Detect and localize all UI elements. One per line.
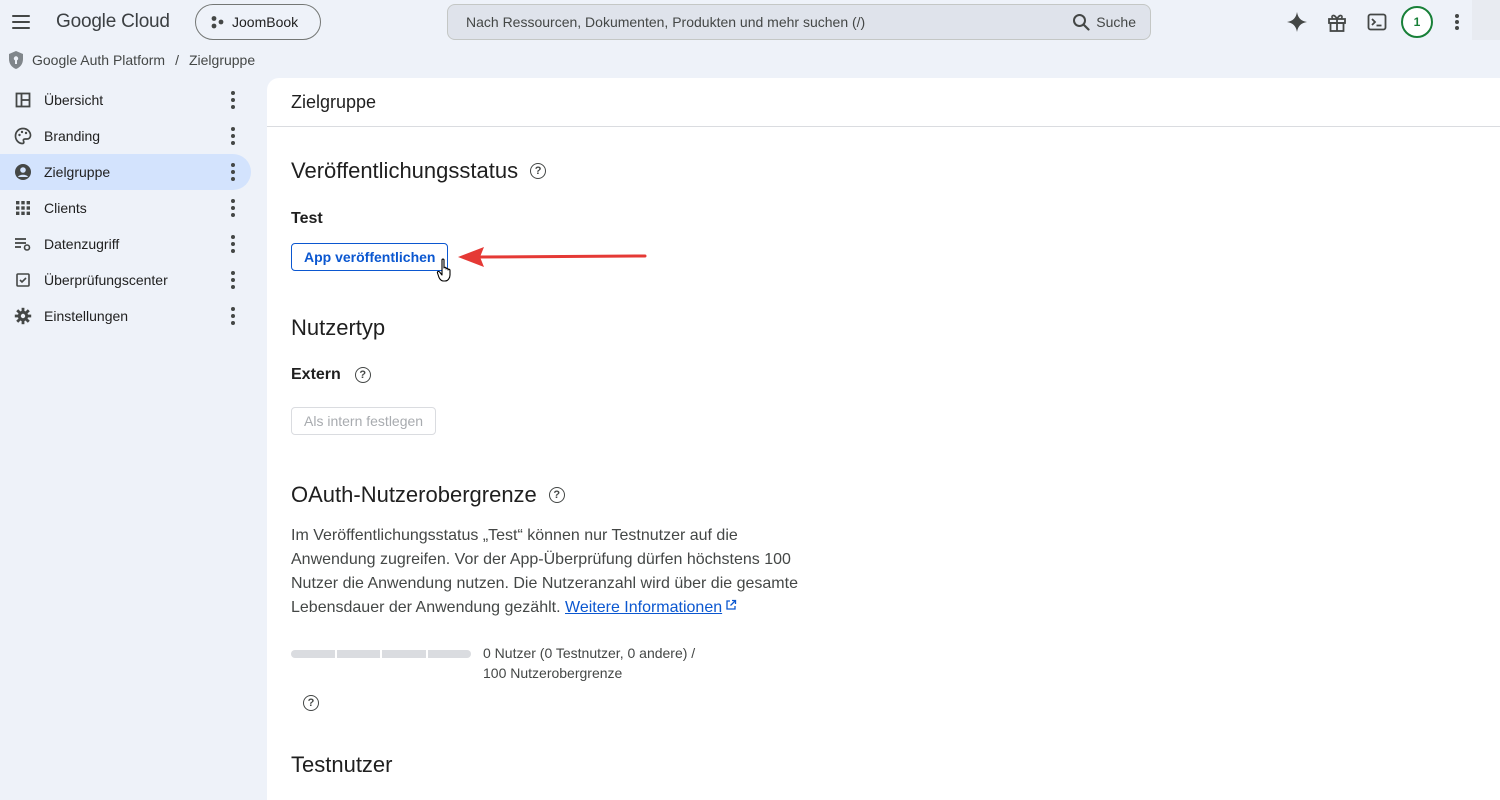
user-type-row: Extern ? <box>291 366 371 384</box>
search-input[interactable]: Nach Ressourcen, Dokumenten, Produkten u… <box>466 14 1072 30</box>
sidebar-item-audience[interactable]: Zielgruppe <box>0 154 251 190</box>
breadcrumb-current: Zielgruppe <box>188 52 256 68</box>
oauth-cap-heading: OAuth-Nutzerobergrenze <box>291 482 537 507</box>
project-dots-icon <box>211 16 224 29</box>
more-vert-icon[interactable] <box>225 235 241 253</box>
top-bar: Google Cloud JoomBook Nach Ressourcen, D… <box>0 0 1500 44</box>
sidebar-item-settings[interactable]: Einstellungen <box>0 298 251 334</box>
publish-app-button[interactable]: App veröffentlichen <box>291 243 449 271</box>
breadcrumb-separator: / <box>175 52 179 68</box>
publishing-status-heading: Veröffentlichungsstatus <box>291 158 519 183</box>
sidebar-item-verification-center[interactable]: Überprüfungscenter <box>0 262 251 298</box>
shield-icon <box>9 51 23 69</box>
main-panel: Zielgruppe Veröffentlichungsstatus ? Tes… <box>267 78 1500 800</box>
more-vert-icon[interactable] <box>225 91 241 109</box>
sidebar-item-label: Überprüfungscenter <box>44 272 168 288</box>
gemini-sparkle-icon[interactable] <box>1285 10 1309 34</box>
page-title: Zielgruppe <box>267 78 1500 127</box>
test-users-heading: Testnutzer <box>291 752 393 777</box>
person-circle-icon <box>14 163 32 181</box>
user-type-value: Extern <box>291 366 341 383</box>
publishing-status-value: Test <box>291 210 323 227</box>
sidebar-item-overview[interactable]: Übersicht <box>0 82 251 118</box>
sidebar-item-branding[interactable]: Branding <box>0 118 251 154</box>
make-internal-button[interactable]: Als intern festlegen <box>291 407 437 435</box>
google-cloud-logo[interactable]: Google Cloud <box>56 11 170 33</box>
dashboard-icon <box>14 91 32 109</box>
sidebar-nav: Übersicht Branding Zielgruppe Clients Da… <box>0 82 260 334</box>
help-icon[interactable]: ? <box>530 163 547 179</box>
user-cap-usage: 0 Nutzer (0 Testnutzer, 0 andere) / 100 … <box>483 643 723 683</box>
usage-line: 0 Nutzer (0 Testnutzer, 0 andere) / <box>483 645 696 661</box>
gear-icon <box>14 307 32 325</box>
learn-more-label: Weitere Informationen <box>565 599 723 616</box>
more-vert-icon[interactable] <box>225 271 241 289</box>
sidebar-item-label: Übersicht <box>44 92 104 108</box>
main-menu-icon[interactable] <box>12 11 34 33</box>
user-type-heading: Nutzertyp <box>291 315 386 340</box>
sidebar-item-clients[interactable]: Clients <box>0 190 251 226</box>
help-icon[interactable]: ? <box>548 487 565 503</box>
publishing-status-section: Veröffentlichungsstatus ? <box>291 158 547 184</box>
help-icon[interactable]: ? <box>303 695 319 711</box>
search-bar[interactable]: Nach Ressourcen, Dokumenten, Produkten u… <box>447 4 1151 40</box>
gift-icon[interactable] <box>1325 10 1349 34</box>
oauth-cap-description: Im Veröffentlichungsstatus „Test“ können… <box>291 524 801 620</box>
more-vert-icon[interactable] <box>1445 10 1469 34</box>
oauth-cap-section: OAuth-Nutzerobergrenze ? <box>291 482 565 508</box>
verified-checkbox-icon <box>14 271 32 289</box>
more-vert-icon[interactable] <box>225 199 241 217</box>
more-vert-icon[interactable] <box>225 307 241 325</box>
help-icon[interactable]: ? <box>354 367 371 383</box>
grid-icon <box>14 199 32 217</box>
notifications-badge[interactable]: 1 <box>1401 6 1433 38</box>
data-access-icon <box>14 235 32 253</box>
usage-line: 100 Nutzerobergrenze <box>483 665 623 681</box>
search-icon <box>1073 14 1090 31</box>
sidebar-item-label: Datenzugriff <box>44 236 120 252</box>
breadcrumb: Google Auth Platform / Zielgruppe <box>6 50 255 70</box>
sidebar-item-label: Zielgruppe <box>44 164 111 180</box>
project-picker[interactable]: JoomBook <box>195 4 321 40</box>
search-button-label: Suche <box>1096 14 1136 30</box>
search-button[interactable]: Suche <box>1072 13 1136 31</box>
sidebar-item-label: Einstellungen <box>44 308 129 324</box>
user-cap-progress-bar <box>291 650 471 658</box>
sidebar-item-label: Clients <box>44 200 87 216</box>
sidebar-item-label: Branding <box>44 128 101 144</box>
breadcrumb-root[interactable]: Google Auth Platform <box>32 52 165 68</box>
cloud-shell-terminal-icon[interactable] <box>1365 10 1389 34</box>
learn-more-link[interactable]: Weitere Informationen <box>565 599 737 616</box>
sidebar-item-data-access[interactable]: Datenzugriff <box>0 226 251 262</box>
palette-icon <box>14 127 32 145</box>
external-link-icon <box>726 599 737 610</box>
project-name: JoomBook <box>232 14 299 30</box>
more-vert-icon[interactable] <box>225 163 241 181</box>
window-edge <box>1472 0 1500 40</box>
more-vert-icon[interactable] <box>225 127 241 145</box>
